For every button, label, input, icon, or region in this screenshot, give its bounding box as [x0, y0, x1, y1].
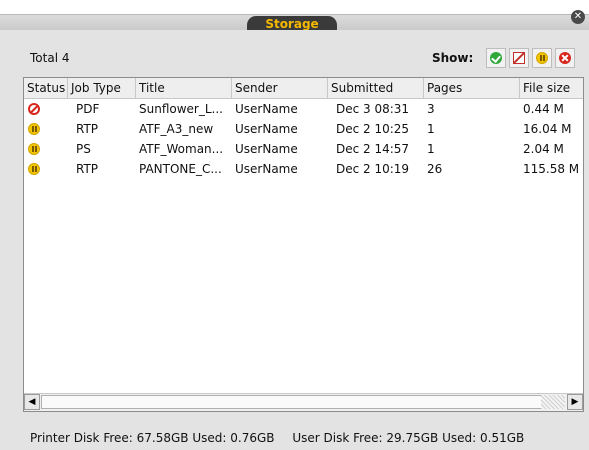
job-type-cell: RTP — [76, 122, 99, 136]
table-row[interactable]: RTP ATF_A3_new UserName Dec 2 10:25 1 16… — [24, 119, 583, 139]
close-icon[interactable]: ✕ — [571, 10, 585, 24]
scrollbar-grip — [541, 395, 565, 409]
sender-cell: UserName — [235, 142, 298, 156]
pause-icon — [536, 52, 548, 64]
pause-icon — [28, 163, 40, 175]
storage-panel: Total 4 Show: Status Job Type Title Send… — [0, 30, 589, 450]
pages-cell: 1 — [427, 122, 435, 136]
file-size-cell: 0.44 M — [523, 102, 564, 116]
deleted-icon — [513, 52, 525, 64]
status-cell — [24, 119, 68, 139]
filter-completed-button[interactable] — [486, 48, 506, 68]
cancelled-icon — [28, 103, 40, 115]
error-icon — [559, 52, 571, 64]
job-type-cell: PDF — [76, 102, 100, 116]
pages-cell: 1 — [427, 142, 435, 156]
filter-paused-button[interactable] — [532, 48, 552, 68]
jobs-table: Status Job Type Title Sender Submitted P… — [23, 77, 584, 412]
sender-cell: UserName — [235, 162, 298, 176]
scroll-left-icon[interactable]: ◀ — [24, 394, 40, 410]
disk-usage-status: Printer Disk Free: 67.58GB Used: 0.76GB … — [30, 431, 538, 445]
filter-deleted-button[interactable] — [509, 48, 529, 68]
pause-icon — [28, 143, 40, 155]
column-header-submitted[interactable]: Submitted — [328, 78, 424, 98]
column-header-sender[interactable]: Sender — [232, 78, 328, 98]
status-cell — [24, 139, 68, 159]
column-header-pages[interactable]: Pages — [424, 78, 520, 98]
scroll-right-icon[interactable]: ▶ — [567, 394, 583, 410]
sender-cell: UserName — [235, 122, 298, 136]
column-header-file-size[interactable]: File size — [520, 78, 583, 98]
submitted-cell: Dec 2 10:25 — [336, 122, 410, 136]
show-filter-label: Show: — [432, 51, 474, 65]
check-icon — [490, 52, 502, 64]
printer-disk-usage: Printer Disk Free: 67.58GB Used: 0.76GB — [30, 431, 275, 445]
title-cell: ATF_A3_new — [139, 122, 214, 136]
table-row[interactable]: PDF Sunflower_L... UserName Dec 3 08:31 … — [24, 99, 583, 119]
user-disk-usage: User Disk Free: 29.75GB Used: 0.51GB — [292, 431, 525, 445]
title-cell: PANTONE_C... — [139, 162, 222, 176]
title-cell: Sunflower_L... — [139, 102, 223, 116]
job-type-cell: RTP — [76, 162, 99, 176]
job-type-cell: PS — [76, 142, 91, 156]
table-row[interactable]: RTP PANTONE_C... UserName Dec 2 10:19 26… — [24, 159, 583, 179]
file-size-cell: 16.04 M — [523, 122, 572, 136]
file-size-cell: 2.04 M — [523, 142, 564, 156]
pages-cell: 26 — [427, 162, 443, 176]
column-header-job-type[interactable]: Job Type — [68, 78, 136, 98]
table-header: Status Job Type Title Sender Submitted P… — [24, 78, 583, 99]
title-bar: Storage ✕ — [0, 0, 589, 32]
title-cell: ATF_Woman... — [139, 142, 224, 156]
submitted-cell: Dec 3 08:31 — [336, 102, 410, 116]
submitted-cell: Dec 2 10:19 — [336, 162, 410, 176]
pages-cell: 3 — [427, 102, 435, 116]
file-size-cell: 115.58 M — [523, 162, 580, 176]
total-count: Total 4 — [30, 51, 70, 65]
status-cell — [24, 99, 68, 119]
sender-cell: UserName — [235, 102, 298, 116]
table-row[interactable]: PS ATF_Woman... UserName Dec 2 14:57 1 2… — [24, 139, 583, 159]
horizontal-scrollbar[interactable]: ◀ ▶ — [24, 393, 583, 411]
column-header-title[interactable]: Title — [136, 78, 232, 98]
column-header-status[interactable]: Status — [24, 78, 68, 98]
scrollbar-thumb[interactable] — [41, 395, 543, 409]
pause-icon — [28, 123, 40, 135]
submitted-cell: Dec 2 14:57 — [336, 142, 410, 156]
status-cell — [24, 159, 68, 179]
filter-error-button[interactable] — [555, 48, 575, 68]
